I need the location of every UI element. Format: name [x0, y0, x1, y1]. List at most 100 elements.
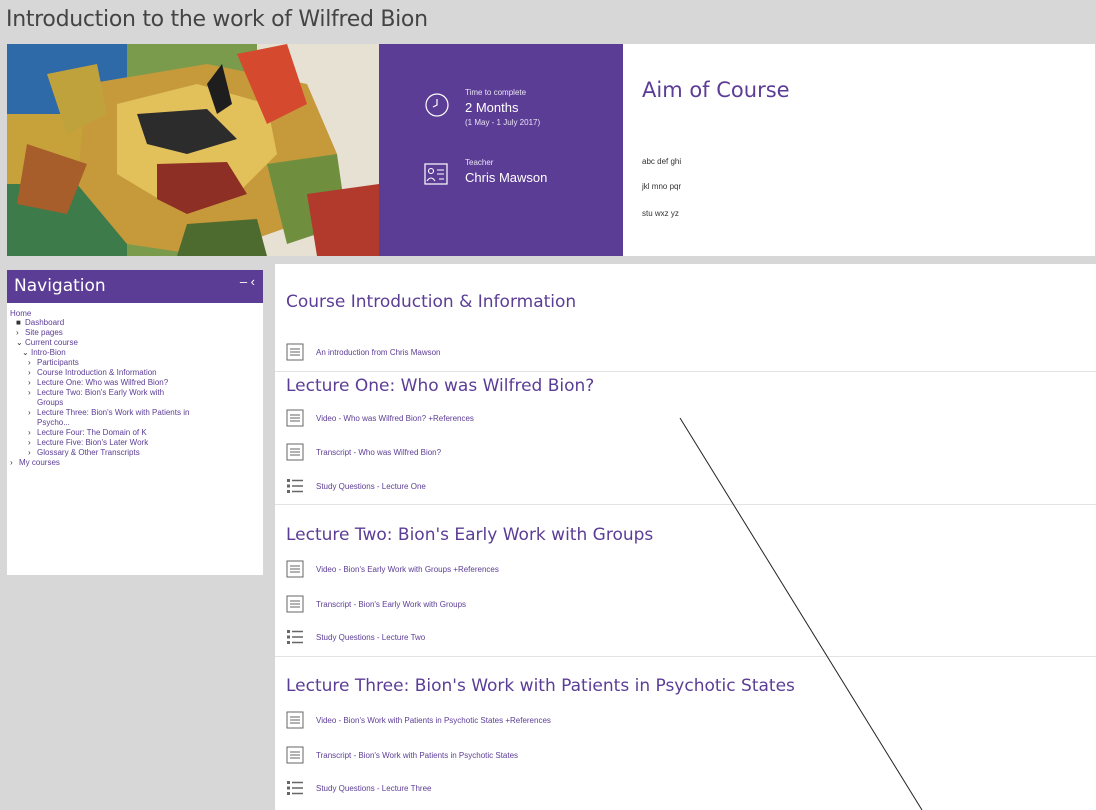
chevron-right-icon: › — [28, 428, 31, 437]
section-divider — [275, 656, 1096, 657]
time-label: Time to complete — [465, 88, 527, 97]
activity-link[interactable]: Video - Bion's Early Work with Groups +R… — [316, 565, 499, 574]
navigation-collapse-control[interactable]: – ‹ — [240, 274, 255, 289]
chevron-right-icon: › — [28, 408, 31, 417]
activity-row[interactable]: Video - Bion's Early Work with Groups +R… — [286, 560, 1086, 580]
teacher-icon — [424, 163, 448, 185]
nav-item-lecture-four[interactable]: › Lecture Four: The Domain of K — [28, 428, 147, 438]
nav-item-intro-bion[interactable]: ⌄ Intro-Bion — [22, 348, 66, 358]
bullet-icon: ■ — [16, 318, 21, 327]
nav-item-label: Dashboard — [25, 318, 65, 327]
section-title[interactable]: Lecture Two: Bion's Early Work with Grou… — [286, 525, 653, 545]
page-icon — [286, 711, 304, 729]
nav-item-label: Site pages — [25, 328, 63, 337]
activity-row[interactable]: Video - Bion's Work with Patients in Psy… — [286, 711, 1086, 731]
page-icon — [286, 343, 304, 361]
nav-item-label: Home — [10, 309, 32, 318]
nav-item-lecture-three[interactable]: › Lecture Three: Bion's Work with Patient… — [28, 408, 189, 418]
nav-item-dashboard[interactable]: ■ Dashboard — [16, 318, 64, 328]
aim-line: jkl mno pqr — [642, 182, 682, 191]
activity-row[interactable]: Transcript - Bion's Early Work with Grou… — [286, 595, 1086, 615]
section-title[interactable]: Course Introduction & Information — [286, 292, 576, 312]
nav-item-label: Lecture Two: Bion's Early Work with — [37, 388, 165, 397]
nav-item-label: Lecture One: Who was Wilfred Bion? — [37, 378, 169, 387]
navigation-title: Navigation — [14, 276, 106, 296]
nav-item-lecture-three-cont[interactable]: Psycho... — [37, 418, 70, 428]
chevron-right-icon: › — [28, 388, 31, 397]
course-aim-panel: Aim of Course abc def ghi jkl mno pqr st… — [623, 44, 1095, 256]
chevron-down-icon: ⌄ — [22, 348, 29, 357]
activity-row[interactable]: Transcript - Who was Wilfred Bion? — [286, 443, 1086, 463]
chevron-right-icon: › — [10, 458, 13, 467]
activity-row[interactable]: Transcript - Bion's Work with Patients i… — [286, 746, 1086, 766]
navigation-header: Navigation – ‹ — [7, 270, 263, 303]
page-icon — [286, 409, 304, 427]
nav-item-glossary[interactable]: › Glossary & Other Transcripts — [28, 448, 140, 458]
activity-row[interactable]: An introduction from Chris Mawson — [286, 343, 1086, 363]
nav-item-label: Lecture Three: Bion's Work with Patients… — [37, 408, 190, 417]
activity-link[interactable]: Study Questions - Lecture Three — [316, 784, 431, 793]
chevron-right-icon: › — [28, 438, 31, 447]
navigation-block: Navigation – ‹ Home ■ Dashboard › Site pag… — [7, 270, 263, 575]
activity-link[interactable]: Study Questions - Lecture Two — [316, 633, 425, 642]
nav-item-label: Lecture Four: The Domain of K — [37, 428, 147, 437]
activity-row[interactable]: Video - Who was Wilfred Bion? +Reference… — [286, 409, 1086, 429]
course-banner-image — [7, 44, 379, 256]
aim-title: Aim of Course — [642, 78, 790, 102]
page-icon — [286, 443, 304, 461]
course-content: Course Introduction & Information An int… — [275, 264, 1096, 810]
nav-item-current-course[interactable]: ⌄ Current course — [16, 338, 78, 348]
aim-line: stu wxz yz — [642, 209, 679, 218]
chevron-down-icon: ⌄ — [16, 338, 23, 347]
course-hero: Time to complete 2 Months (1 May - 1 Jul… — [7, 44, 1095, 256]
time-dates: (1 May - 1 July 2017) — [465, 118, 541, 127]
chevron-right-icon: › — [28, 448, 31, 457]
list-icon — [287, 781, 303, 795]
nav-item-label: Lecture Five: Bion's Later Work — [37, 438, 149, 447]
teacher-label: Teacher — [465, 158, 494, 167]
time-value: 2 Months — [465, 100, 519, 115]
nav-item-lecture-five[interactable]: › Lecture Five: Bion's Later Work — [28, 438, 148, 448]
activity-link[interactable]: Video - Who was Wilfred Bion? +Reference… — [316, 414, 474, 423]
activity-link[interactable]: An introduction from Chris Mawson — [316, 348, 441, 357]
nav-item-course-intro[interactable]: › Course Introduction & Information — [28, 368, 157, 378]
nav-item-participants[interactable]: › Participants — [28, 358, 79, 368]
aim-line: abc def ghi — [642, 157, 682, 166]
page-icon — [286, 746, 304, 764]
nav-item-label: Current course — [25, 338, 78, 347]
section-divider — [275, 504, 1096, 505]
nav-item-lecture-one[interactable]: › Lecture One: Who was Wilfred Bion? — [28, 378, 168, 388]
nav-item-label: Groups — [37, 398, 64, 407]
nav-item-lecture-two-cont[interactable]: Groups — [37, 398, 63, 408]
teacher-name: Chris Mawson — [465, 170, 548, 185]
activity-row[interactable]: Study Questions - Lecture One — [286, 477, 1086, 497]
chevron-right-icon: › — [28, 358, 31, 367]
list-icon — [287, 630, 303, 644]
nav-item-label: Glossary & Other Transcripts — [37, 448, 140, 457]
page-icon — [286, 595, 304, 613]
nav-item-label: Participants — [37, 358, 79, 367]
activity-row[interactable]: Study Questions - Lecture Two — [286, 628, 1086, 648]
course-summary-panel: Time to complete 2 Months (1 May - 1 Jul… — [379, 44, 623, 256]
activity-link[interactable]: Transcript - Bion's Work with Patients i… — [316, 751, 518, 760]
activity-link[interactable]: Video - Bion's Work with Patients in Psy… — [316, 716, 551, 725]
activity-link[interactable]: Transcript - Who was Wilfred Bion? — [316, 448, 441, 457]
clock-icon — [425, 93, 449, 117]
nav-item-label: Course Introduction & Information — [37, 368, 157, 377]
course-title: Introduction to the work of Wilfred Bion — [6, 7, 428, 32]
section-title[interactable]: Lecture One: Who was Wilfred Bion? — [286, 376, 594, 396]
chevron-right-icon: › — [28, 378, 31, 387]
nav-item-lecture-two[interactable]: › Lecture Two: Bion's Early Work with — [28, 388, 164, 398]
nav-item-label: Intro-Bion — [31, 348, 66, 357]
page-icon — [286, 560, 304, 578]
nav-item-my-courses[interactable]: › My courses — [10, 458, 60, 468]
section-divider — [275, 371, 1096, 372]
nav-item-site-pages[interactable]: › Site pages — [16, 328, 63, 338]
section-title[interactable]: Lecture Three: Bion's Work with Patients… — [286, 676, 795, 696]
activity-link[interactable]: Study Questions - Lecture One — [316, 482, 426, 491]
nav-item-label: Psycho... — [37, 418, 70, 427]
activity-row[interactable]: Study Questions - Lecture Three — [286, 779, 1086, 799]
activity-link[interactable]: Transcript - Bion's Early Work with Grou… — [316, 600, 466, 609]
list-icon — [287, 479, 303, 493]
chevron-right-icon: › — [16, 328, 19, 337]
